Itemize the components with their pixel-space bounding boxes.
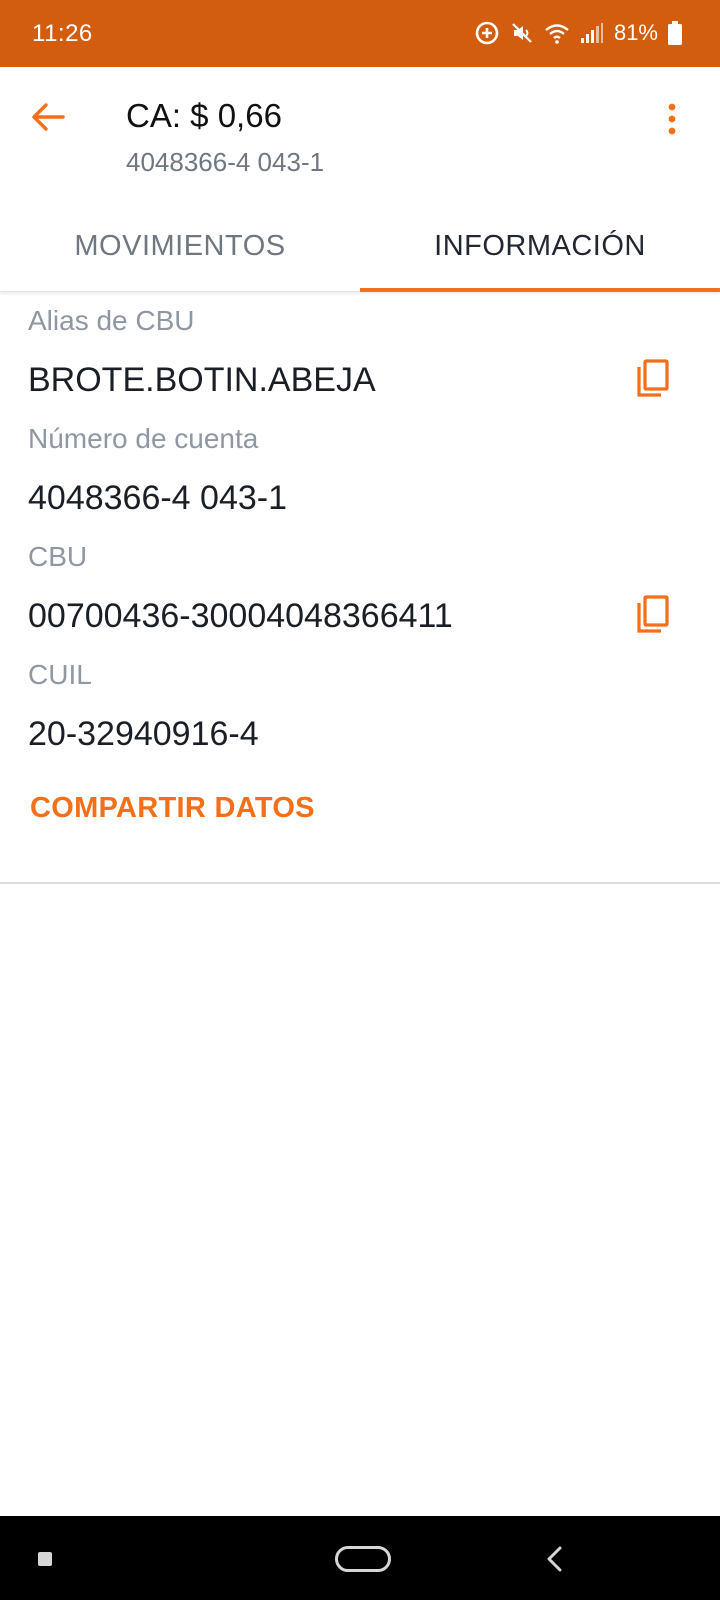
field-value: BROTE.BOTIN.ABEJA: [28, 361, 376, 399]
mute-icon: [510, 21, 534, 45]
field-value: 20-32940916-4: [28, 715, 259, 753]
share-data-button[interactable]: COMPARTIR DATOS: [30, 782, 315, 835]
field-account-number: Número de cuenta 4048366-4 043-1: [0, 410, 720, 528]
wifi-icon: [544, 21, 570, 45]
field-cuil: CUIL 20-32940916-4: [0, 646, 720, 764]
more-vert-icon: [668, 103, 676, 135]
account-info: Alias de CBU BROTE.BOTIN.ABEJA Número de…: [0, 292, 720, 835]
field-label: Número de cuenta: [28, 423, 259, 454]
back-button[interactable]: [24, 93, 72, 141]
app-bar: CA: $ 0,66 4048366-4 043-1: [0, 67, 720, 207]
signal-icon: [580, 22, 604, 44]
battery-icon: [668, 21, 682, 45]
copy-icon: [637, 359, 669, 397]
field-cbu: CBU 00700436-30004048366411: [0, 528, 720, 646]
page-title: CA: $ 0,66: [126, 97, 282, 134]
tab-bar: MOVIMIENTOS INFORMACIÓN: [0, 207, 720, 292]
copy-cbu-button[interactable]: [630, 592, 676, 638]
overflow-menu-button[interactable]: [652, 95, 692, 143]
back-icon[interactable]: [540, 1542, 570, 1576]
field-value: 4048366-4 043-1: [28, 479, 288, 517]
home-icon[interactable]: [335, 1546, 391, 1572]
tab-informacion[interactable]: INFORMACIÓN: [360, 207, 720, 292]
screen: 11:26 81% CA: $ 0,66 4048366-4 043-1 MOV…: [0, 0, 720, 1600]
data-saver-icon: [474, 20, 500, 46]
status-icons: 81%: [474, 18, 682, 48]
divider: [0, 882, 720, 884]
account-subtitle: 4048366-4 043-1: [126, 147, 325, 177]
field-label: Alias de CBU: [28, 305, 195, 336]
arrow-back-icon: [32, 103, 65, 131]
status-bar: 11:26 81%: [0, 0, 720, 67]
system-nav-bar: [0, 1516, 720, 1600]
field-label: CUIL: [28, 659, 92, 690]
field-alias-cbu: Alias de CBU BROTE.BOTIN.ABEJA: [0, 292, 720, 410]
recents-icon[interactable]: [38, 1552, 52, 1566]
status-time: 11:26: [32, 20, 93, 47]
tab-movimientos[interactable]: MOVIMIENTOS: [0, 207, 360, 291]
field-label: CBU: [28, 541, 88, 572]
battery-percentage: 81%: [613, 20, 658, 45]
field-value: 00700436-30004048366411: [28, 597, 453, 635]
copy-alias-button[interactable]: [630, 356, 676, 402]
copy-icon: [637, 595, 669, 633]
